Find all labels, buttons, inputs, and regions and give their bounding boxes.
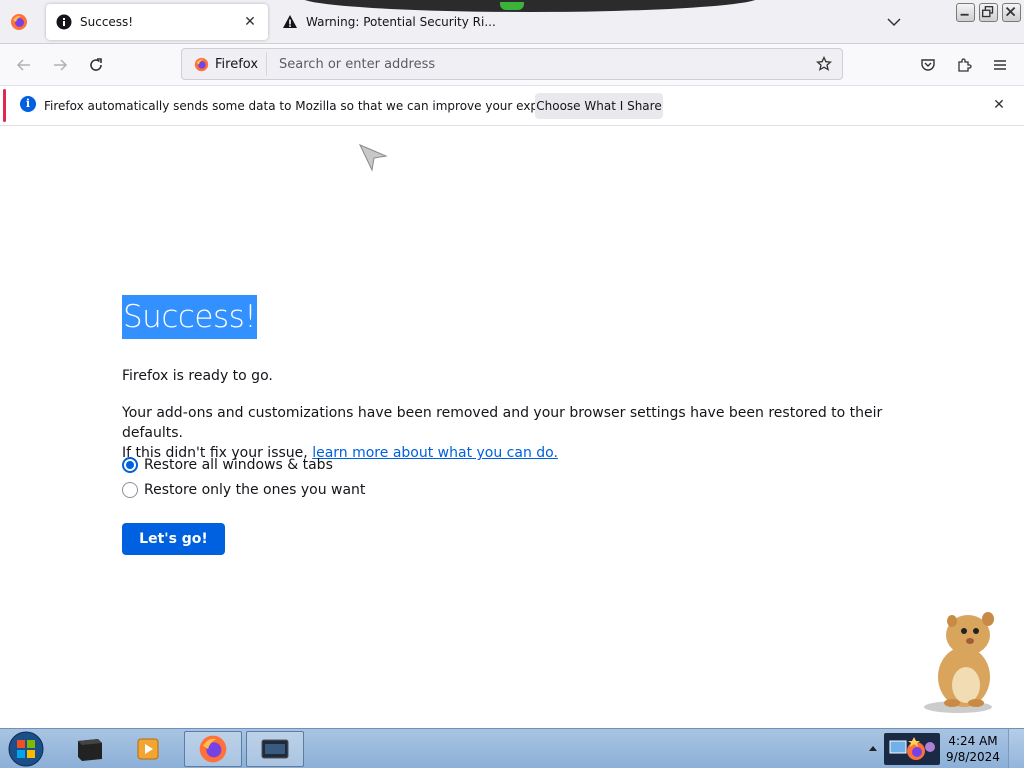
system-clock[interactable]: 4:24 AM 9/8/2024 <box>944 733 1002 765</box>
clock-date: 9/8/2024 <box>946 750 1000 764</box>
choose-what-i-share-button[interactable]: Choose What I Share <box>535 93 663 119</box>
tab-warning[interactable]: Warning: Potential Security Ri... <box>272 4 532 40</box>
terminal-box-icon <box>78 739 102 761</box>
firefox-logo-icon <box>194 57 209 71</box>
star-icon <box>816 56 832 71</box>
chevron-down-icon[interactable] <box>884 12 904 32</box>
option-label: Restore all windows & tabs <box>144 457 333 473</box>
restore-window-button[interactable] <box>979 3 998 22</box>
navigation-toolbar: Firefox <box>0 44 1024 86</box>
reload-icon <box>90 58 102 71</box>
arrow-left-icon <box>16 59 30 71</box>
app-menu-button[interactable] <box>986 52 1014 78</box>
url-bar[interactable]: Firefox <box>181 48 843 80</box>
bookmark-star-button[interactable] <box>812 52 836 76</box>
radio-button-unchecked[interactable] <box>122 482 138 498</box>
close-window-button[interactable] <box>1002 3 1021 22</box>
notification-message: Firefox automatically sends some data to… <box>44 99 587 113</box>
info-icon <box>56 14 72 30</box>
restore-all-option[interactable]: Restore all windows & tabs <box>122 457 333 473</box>
description: Your add-ons and customizations have bee… <box>122 403 922 463</box>
close-icon[interactable]: ✕ <box>990 96 1008 114</box>
description-line-1: Your add-ons and customizations have bee… <box>122 405 883 441</box>
hamster-mascot-icon <box>924 612 994 713</box>
tab-title: Warning: Potential Security Ri... <box>306 15 496 29</box>
ready-text: Firefox is ready to go. <box>122 368 273 384</box>
tab-title: Success! <box>80 15 134 29</box>
puzzle-icon <box>958 58 972 72</box>
tab-success[interactable]: Success! ✕ <box>46 4 268 40</box>
warning-icon <box>283 15 297 28</box>
taskbar-window-app[interactable] <box>246 731 304 767</box>
clock-time: 4:24 AM <box>948 734 998 748</box>
identity-label: Firefox <box>215 56 259 72</box>
mouse-pointer-icon <box>358 144 388 172</box>
show-hidden-icons-icon[interactable] <box>866 739 880 759</box>
firefox-view-icon[interactable] <box>10 13 28 31</box>
info-icon: i <box>20 96 36 112</box>
show-desktop-button[interactable] <box>1008 729 1024 768</box>
firefox-logo-icon <box>199 735 227 763</box>
data-collection-notification: i Firefox automatically sends some data … <box>0 86 1024 126</box>
hamburger-menu-icon <box>994 60 1006 70</box>
tray-app-icons <box>889 737 935 760</box>
notification-accent <box>3 89 6 122</box>
page-content: Success! Firefox is ready to go. Your ad… <box>0 127 1024 728</box>
pocket-icon <box>921 59 935 71</box>
forward-button[interactable] <box>46 52 74 78</box>
option-label: Restore only the ones you want <box>144 482 366 498</box>
arrow-right-icon <box>54 59 68 71</box>
identity-box[interactable]: Firefox <box>186 52 268 76</box>
address-input[interactable] <box>267 52 812 76</box>
back-button[interactable] <box>10 52 38 78</box>
radio-button-checked[interactable] <box>122 457 138 473</box>
start-button-icon[interactable] <box>6 730 46 768</box>
page-title: Success! <box>122 295 258 339</box>
extensions-button[interactable] <box>950 52 978 78</box>
reload-button[interactable] <box>82 52 110 78</box>
minimize-window-button[interactable] <box>956 3 975 22</box>
system-tray-icons[interactable] <box>884 733 940 765</box>
windows-taskbar: 4:24 AM 9/8/2024 <box>0 728 1024 768</box>
taskbar-terminal[interactable] <box>70 731 110 767</box>
restore-some-option[interactable]: Restore only the ones you want <box>122 482 365 498</box>
media-player-icon <box>137 738 159 760</box>
learn-more-link[interactable]: learn more about what you can do. <box>312 445 558 461</box>
tab-close-icon[interactable]: ✕ <box>242 14 258 30</box>
tab-strip: Success! ✕ Warning: Potential Security R… <box>0 0 1024 44</box>
taskbar-firefox[interactable] <box>184 731 242 767</box>
window-app-icon <box>261 739 289 759</box>
taskbar-media-player[interactable] <box>128 731 168 767</box>
lets-go-button[interactable]: Let's go! <box>122 523 225 555</box>
pocket-button[interactable] <box>914 52 942 78</box>
